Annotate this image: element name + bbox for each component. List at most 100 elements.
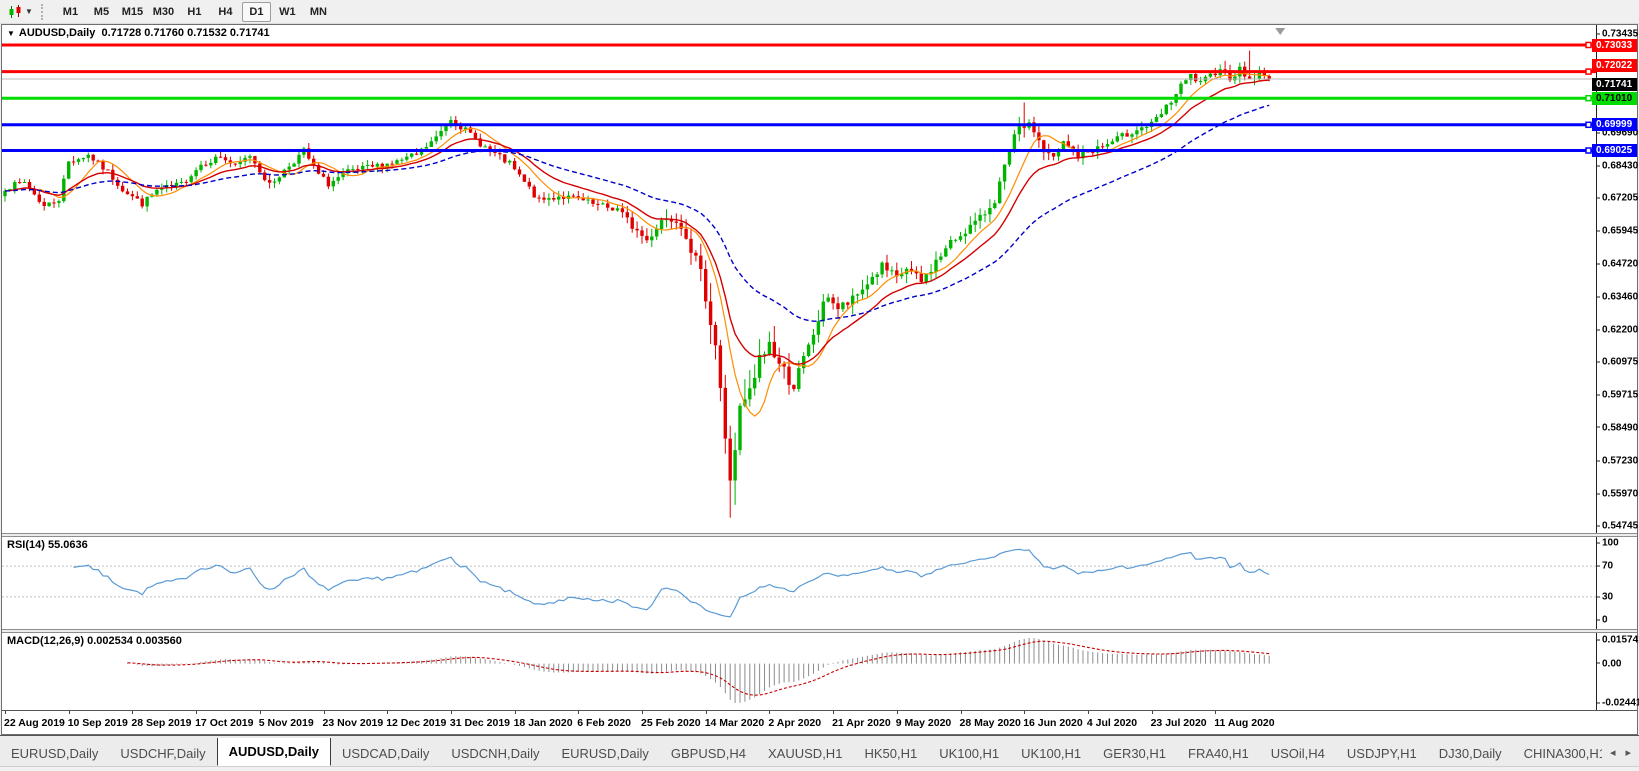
chart-tab-EURUSD-Daily[interactable]: EURUSD,Daily <box>550 741 659 766</box>
price-tick-0.60975: 0.60975 <box>1597 357 1638 368</box>
main-price-axis: 0.734350.696900.684300.672050.659450.647… <box>1596 25 1637 533</box>
timeframe-button-D1[interactable]: D1 <box>242 2 271 22</box>
price-tick-0.59715: 0.59715 <box>1597 390 1638 401</box>
date-label-1: 10 Sep 2019 <box>68 717 128 729</box>
price-tag-0.73033: 0.73033 <box>1592 39 1637 52</box>
price-tick-0.63460: 0.63460 <box>1597 291 1638 302</box>
chart-tab-DJ30-Daily[interactable]: DJ30,Daily <box>1428 741 1513 766</box>
chart-window: ▼AUDUSD,Daily 0.71728 0.71760 0.71532 0.… <box>1 24 1638 735</box>
date-tick-mark <box>897 711 898 714</box>
rsi-axis: 10070300 <box>1596 537 1637 629</box>
price-tick-0.55970: 0.55970 <box>1597 488 1638 499</box>
chart-tab-USDJPY-H1[interactable]: USDJPY,H1 <box>1336 741 1428 766</box>
chart-tab-UK100-H1[interactable]: UK100,H1 <box>1010 741 1092 766</box>
macd-plot[interactable]: MACD(12,26,9) 0.002534 0.003560 <box>2 633 1596 710</box>
chart-tab-USOil-H4[interactable]: USOil,H4 <box>1260 741 1336 766</box>
price-tag-0.72022: 0.72022 <box>1592 59 1637 72</box>
price-tick-0.64720: 0.64720 <box>1597 258 1638 269</box>
date-label-19: 11 Aug 2020 <box>1214 717 1274 729</box>
chart-type-icon[interactable] <box>6 4 24 20</box>
date-tick-mark <box>1088 711 1089 714</box>
chart-title-symbol: AUDUSD,Daily <box>19 27 95 39</box>
timeframe-button-M5[interactable]: M5 <box>87 2 116 22</box>
tab-scroll-left-icon[interactable]: ◂ <box>1610 746 1616 759</box>
chart-tab-CHINA300-H1[interactable]: CHINA300,H1 <box>1513 741 1602 766</box>
date-tick-mark <box>451 711 452 714</box>
date-label-8: 18 Jan 2020 <box>514 717 573 729</box>
macd-tick-0.00: 0.00 <box>1597 658 1621 669</box>
date-label-11: 14 Mar 2020 <box>705 717 765 729</box>
rsi-pane: RSI(14) 55.0636 10070300 <box>2 537 1637 629</box>
date-tick-mark <box>324 711 325 714</box>
chart-tab-GBPUSD-H4[interactable]: GBPUSD,H4 <box>660 741 757 766</box>
collapse-icon[interactable]: ▼ <box>7 29 15 38</box>
timeframe-button-W1[interactable]: W1 <box>273 2 302 22</box>
date-label-5: 23 Nov 2019 <box>323 717 384 729</box>
main-plot[interactable]: ▼AUDUSD,Daily 0.71728 0.71760 0.71532 0.… <box>2 25 1596 533</box>
date-label-16: 16 Jun 2020 <box>1023 717 1083 729</box>
date-tick-mark <box>1215 711 1216 714</box>
tab-scroll-right-icon[interactable]: ▸ <box>1625 746 1631 759</box>
toolbar-grip[interactable] <box>41 4 46 20</box>
timeframe-button-M15[interactable]: M15 <box>118 2 147 22</box>
date-label-15: 28 May 2020 <box>960 717 1021 729</box>
date-label-17: 4 Jul 2020 <box>1087 717 1137 729</box>
date-tick-mark <box>1152 711 1153 714</box>
date-tick-mark <box>1024 711 1025 714</box>
date-label-6: 12 Dec 2019 <box>386 717 446 729</box>
date-label-9: 6 Feb 2020 <box>577 717 631 729</box>
date-label-13: 21 Apr 2020 <box>832 717 891 729</box>
chart-tab-UK100-H1[interactable]: UK100,H1 <box>928 741 1010 766</box>
macd-label: MACD(12,26,9) 0.002534 0.003560 <box>7 635 182 647</box>
chart-tab-EURUSD-Daily[interactable]: EURUSD,Daily <box>0 741 109 766</box>
chart-tab-USDCHF-Daily[interactable]: USDCHF,Daily <box>109 741 216 766</box>
chart-tab-GER30-H1[interactable]: GER30,H1 <box>1092 741 1177 766</box>
chart-type-caret-icon[interactable]: ▼ <box>25 7 33 16</box>
date-label-0: 22 Aug 2019 <box>4 717 65 729</box>
date-tick-mark <box>69 711 70 714</box>
date-label-12: 2 Apr 2020 <box>768 717 821 729</box>
macd-axis: 0.0157410.00-0.024412 <box>1596 633 1637 710</box>
chart-tab-AUDUSD-Daily[interactable]: AUDUSD,Daily <box>217 738 331 766</box>
tab-scroll: ◂ ▸ <box>1602 738 1639 766</box>
mt4-app: ▼ M1M5M15M30H1H4D1W1MN ▼ AUDUSD,Daily 0.7… <box>0 0 1639 770</box>
candlestick-glyph <box>8 5 22 19</box>
timeframe-button-H1[interactable]: H1 <box>180 2 209 22</box>
date-tick-mark <box>706 711 707 714</box>
price-tick-0.62200: 0.62200 <box>1597 324 1638 335</box>
date-tick-mark <box>5 711 6 714</box>
price-tick-0.65945: 0.65945 <box>1597 226 1638 237</box>
date-tick-mark <box>642 711 643 714</box>
timeframe-button-H4[interactable]: H4 <box>211 2 240 22</box>
date-tick-mark <box>132 711 133 714</box>
timeframe-button-M30[interactable]: M30 <box>149 2 178 22</box>
timeframe-button-MN[interactable]: MN <box>304 2 333 22</box>
bottom-strip <box>0 766 1639 771</box>
macd-pane: MACD(12,26,9) 0.002534 0.003560 0.015741… <box>2 633 1637 710</box>
macd-name: MACD(12,26,9) <box>7 635 84 647</box>
price-tick-0.67205: 0.67205 <box>1597 193 1638 204</box>
price-tick-0.58490: 0.58490 <box>1597 422 1638 433</box>
chart-tab-XAUUSD-H1[interactable]: XAUUSD,H1 <box>757 741 853 766</box>
chart-tab-HK50-H1[interactable]: HK50,H1 <box>853 741 928 766</box>
chart-tab-USDCNH-Daily[interactable]: USDCNH,Daily <box>440 741 550 766</box>
date-axis: 22 Aug 201910 Sep 201928 Sep 201917 Oct … <box>2 710 1637 734</box>
chart-tabbar: EURUSD,DailyUSDCHF,DailyAUDUSD,DailyUSDC… <box>0 735 1639 766</box>
rsi-plot[interactable]: RSI(14) 55.0636 <box>2 537 1596 629</box>
chart-tab-FRA40-H1[interactable]: FRA40,H1 <box>1177 741 1260 766</box>
price-tag-0.69999: 0.69999 <box>1592 118 1637 131</box>
date-label-10: 25 Feb 2020 <box>641 717 701 729</box>
rsi-name: RSI(14) <box>7 539 45 551</box>
chart-tab-USDCAD-Daily[interactable]: USDCAD,Daily <box>331 741 440 766</box>
macd-values: 0.002534 0.003560 <box>87 635 182 647</box>
date-tick-mark <box>196 711 197 714</box>
macd-tick-0.015741: 0.015741 <box>1597 635 1639 646</box>
price-tag-0.71741: 0.71741 <box>1592 78 1637 91</box>
date-tick-mark <box>961 711 962 714</box>
price-tick-0.54745: 0.54745 <box>1597 521 1638 532</box>
timeframe-button-M1[interactable]: M1 <box>56 2 85 22</box>
date-tick-mark <box>578 711 579 714</box>
rsi-tick-0: 0 <box>1597 615 1608 626</box>
date-tick-mark <box>833 711 834 714</box>
price-tick-0.57230: 0.57230 <box>1597 455 1638 466</box>
